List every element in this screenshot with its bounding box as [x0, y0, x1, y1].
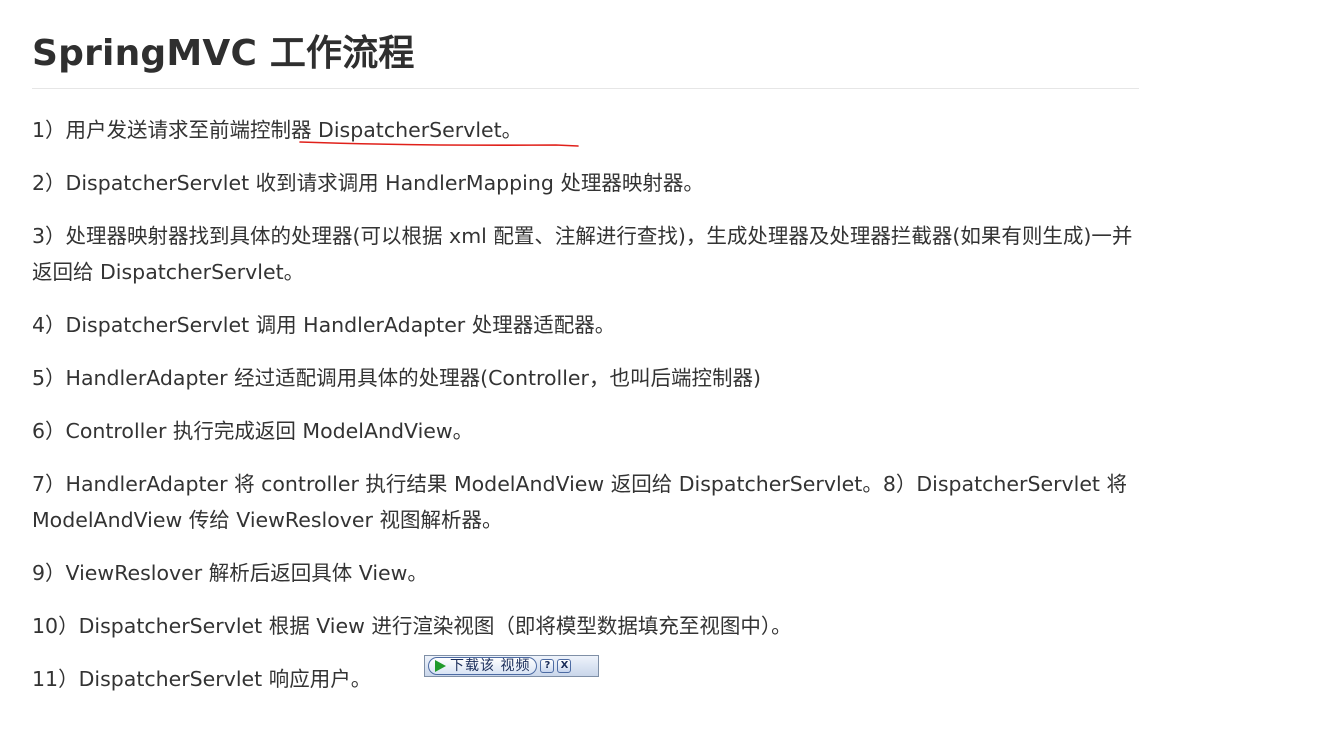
play-icon	[435, 660, 446, 672]
step-list: 1）用户发送请求至前端控制器 DispatcherServlet。 2）Disp…	[32, 112, 1142, 714]
step-7: 7）HandlerAdapter 将 controller 执行结果 Model…	[32, 472, 1127, 532]
step-9: 9）ViewReslover 解析后返回具体 View。	[32, 561, 428, 585]
step-2: 2）DispatcherServlet 收到请求调用 HandlerMappin…	[32, 171, 704, 195]
download-video-label: 下载该 视频	[450, 658, 531, 674]
close-button[interactable]: X	[557, 659, 572, 673]
help-button[interactable]: ?	[540, 659, 555, 673]
step-5: 5）HandlerAdapter 经过适配调用具体的处理器(Controller…	[32, 366, 761, 390]
video-download-toolbar: 下载该 视频 ? X	[424, 655, 599, 677]
step-10: 10）DispatcherServlet 根据 View 进行渲染视图（即将模型…	[32, 614, 792, 638]
step-3: 3）处理器映射器找到具体的处理器(可以根据 xml 配置、注解进行查找)，生成处…	[32, 224, 1133, 284]
step-1: 1）用户发送请求至前端控制器 DispatcherServlet。	[32, 118, 523, 142]
title-divider	[32, 88, 1139, 89]
step-6: 6）Controller 执行完成返回 ModelAndView。	[32, 419, 474, 443]
download-video-button[interactable]: 下载该 视频	[428, 657, 538, 675]
step-4: 4）DispatcherServlet 调用 HandlerAdapter 处理…	[32, 313, 616, 337]
page-title: SpringMVC 工作流程	[32, 33, 415, 74]
